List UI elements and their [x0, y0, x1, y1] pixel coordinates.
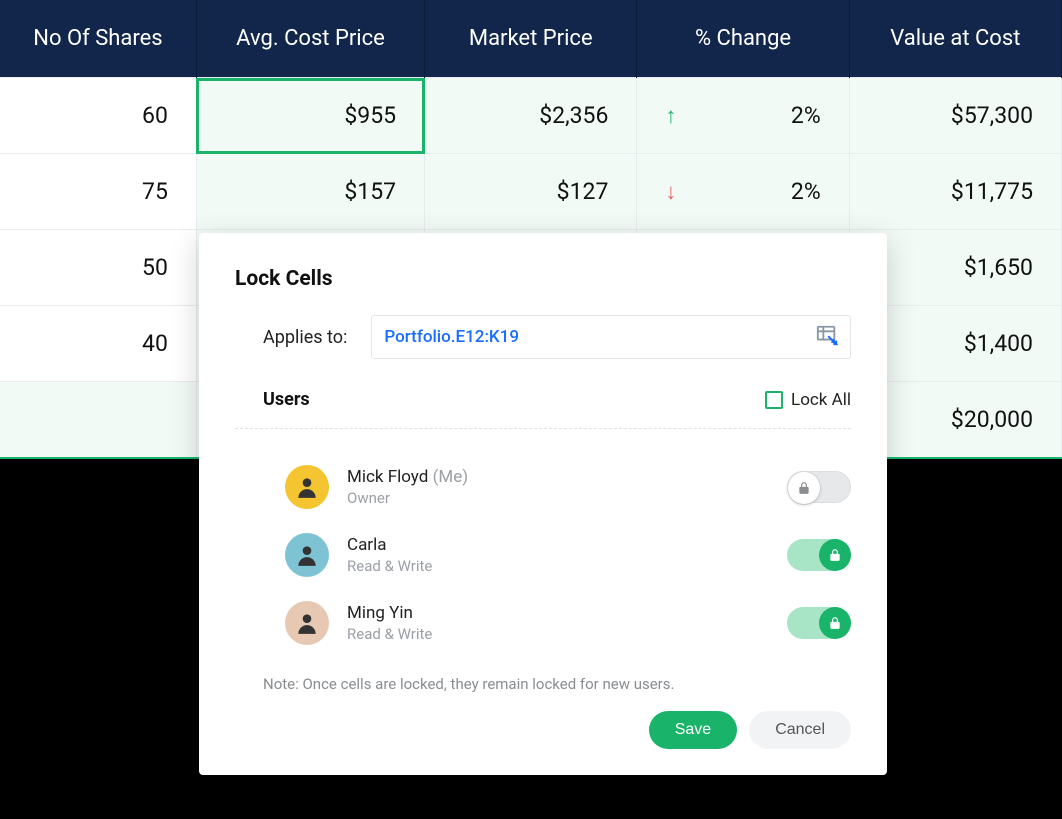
- cell-shares[interactable]: 50: [0, 230, 196, 306]
- user-row: Ming Yin Read & Write: [235, 589, 851, 657]
- cell-shares[interactable]: 60: [0, 78, 196, 154]
- avatar: [285, 601, 329, 645]
- change-value: 2%: [791, 178, 821, 205]
- table-row[interactable]: 60$955$2,356 ↑ 2% $57,300: [0, 78, 1062, 154]
- lock-icon: [819, 607, 851, 639]
- lock-note: Note: Once cells are locked, they remain…: [235, 675, 851, 693]
- user-row: Carla Read & Write: [235, 521, 851, 589]
- lock-icon: [788, 472, 820, 504]
- dialog-title: Lock Cells: [235, 267, 851, 291]
- cell-market-price[interactable]: $127: [425, 154, 637, 230]
- user-name: Carla: [347, 535, 769, 555]
- range-picker-icon[interactable]: [816, 324, 838, 350]
- range-value: Portfolio.E12:K19: [384, 327, 519, 347]
- lock-toggle[interactable]: [787, 539, 851, 571]
- user-role: Read & Write: [347, 625, 769, 643]
- lock-icon: [819, 539, 851, 571]
- lock-all-label: Lock All: [791, 390, 851, 410]
- cell-value-at-cost[interactable]: $57,300: [849, 78, 1061, 154]
- col-header-shares[interactable]: No Of Shares: [0, 0, 196, 78]
- cell-value-at-cost[interactable]: $11,775: [849, 154, 1061, 230]
- user-name: Mick Floyd (Me): [347, 467, 769, 487]
- avatar: [285, 465, 329, 509]
- lock-all-checkbox[interactable]: Lock All: [765, 390, 851, 410]
- lock-toggle[interactable]: [787, 471, 851, 503]
- cell-change[interactable]: ↑ 2%: [637, 78, 849, 154]
- arrow-up-icon: ↑: [665, 103, 676, 129]
- user-name: Ming Yin: [347, 603, 769, 623]
- user-role: Owner: [347, 489, 769, 507]
- cell-avg-cost[interactable]: $955: [196, 78, 424, 154]
- user-info: Carla Read & Write: [347, 535, 769, 575]
- cell-avg-cost[interactable]: $157: [196, 154, 424, 230]
- users-section-title: Users: [235, 389, 310, 410]
- me-tag: (Me): [433, 467, 469, 487]
- table-row[interactable]: 75$157$127 ↓ 2% $11,775: [0, 154, 1062, 230]
- table-header-row: No Of Shares Avg. Cost Price Market Pric…: [0, 0, 1062, 78]
- col-header-avg-cost[interactable]: Avg. Cost Price: [196, 0, 424, 78]
- cell-shares[interactable]: [0, 382, 196, 459]
- cancel-button[interactable]: Cancel: [749, 711, 851, 749]
- cell-shares[interactable]: 75: [0, 154, 196, 230]
- user-info: Ming Yin Read & Write: [347, 603, 769, 643]
- applies-to-label: Applies to:: [263, 327, 347, 348]
- user-row: Mick Floyd (Me) Owner: [235, 453, 851, 521]
- user-role: Read & Write: [347, 557, 769, 575]
- range-input[interactable]: Portfolio.E12:K19: [371, 315, 851, 359]
- user-info: Mick Floyd (Me) Owner: [347, 467, 769, 507]
- arrow-down-icon: ↓: [665, 179, 676, 205]
- col-header-change[interactable]: % Change: [637, 0, 849, 78]
- lock-toggle[interactable]: [787, 607, 851, 639]
- cell-market-price[interactable]: $2,356: [425, 78, 637, 154]
- change-value: 2%: [791, 102, 821, 129]
- cell-change[interactable]: ↓ 2%: [637, 154, 849, 230]
- col-header-value-at-cost[interactable]: Value at Cost: [849, 0, 1061, 78]
- applies-to-row: Applies to: Portfolio.E12:K19: [235, 315, 851, 359]
- avatar: [285, 533, 329, 577]
- cell-shares[interactable]: 40: [0, 306, 196, 382]
- save-button[interactable]: Save: [649, 711, 737, 749]
- divider: [235, 428, 851, 429]
- lock-cells-dialog: Lock Cells Applies to: Portfolio.E12:K19…: [199, 233, 887, 775]
- col-header-market-price[interactable]: Market Price: [425, 0, 637, 78]
- checkbox-icon: [765, 391, 783, 409]
